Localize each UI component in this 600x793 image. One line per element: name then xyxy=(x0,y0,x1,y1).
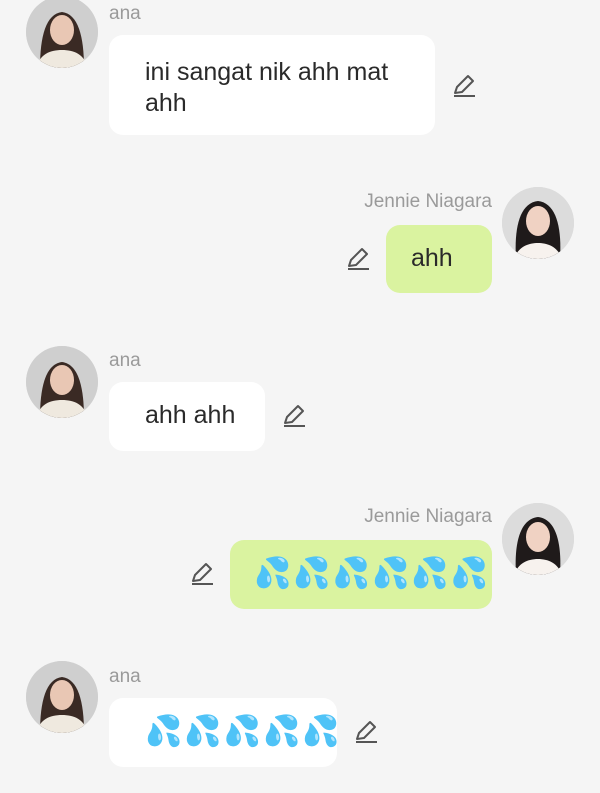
avatar[interactable] xyxy=(502,503,574,575)
sender-name: ana xyxy=(109,350,141,371)
message-bubble[interactable]: 💦💦💦💦💦 xyxy=(109,698,340,767)
message-incoming: ana ahh ahh xyxy=(0,342,600,457)
message-bubble[interactable]: ahh xyxy=(386,225,492,293)
message-emoji: 💦💦💦💦💦 xyxy=(145,715,342,748)
message-bubble[interactable]: ini sangat nik ahh mat ahh xyxy=(109,35,435,135)
pencil-edit-icon[interactable] xyxy=(352,718,380,746)
message-outgoing: Jennie Niagara 💦💦💦💦💦💦 xyxy=(0,500,600,615)
message-incoming: ana ini sangat nik ahh mat ahh xyxy=(0,0,600,140)
message-text: ahh ahh xyxy=(145,401,236,429)
sender-name: ana xyxy=(109,666,141,687)
pencil-edit-icon[interactable] xyxy=(344,245,372,273)
avatar[interactable] xyxy=(502,187,574,259)
message-text: ini sangat nik ahh mat ahh xyxy=(145,58,389,117)
sender-name: Jennie Niagara xyxy=(364,191,492,212)
message-bubble[interactable]: 💦💦💦💦💦💦 xyxy=(230,540,492,609)
avatar[interactable] xyxy=(26,661,98,733)
chat-thread: ana ini sangat nik ahh mat ahh Jennie Ni… xyxy=(0,0,600,793)
sender-name: ana xyxy=(109,3,141,24)
avatar[interactable] xyxy=(26,346,98,418)
pencil-edit-icon[interactable] xyxy=(450,72,478,100)
message-outgoing: Jennie Niagara ahh xyxy=(0,185,600,300)
sender-name: Jennie Niagara xyxy=(364,506,492,527)
message-text: ahh xyxy=(411,244,453,272)
message-bubble[interactable]: ahh ahh xyxy=(109,382,265,451)
message-incoming: ana 💦💦💦💦💦 xyxy=(0,658,600,773)
message-emoji: 💦💦💦💦💦💦 xyxy=(254,557,491,590)
pencil-edit-icon[interactable] xyxy=(188,560,216,588)
avatar[interactable] xyxy=(26,0,98,68)
pencil-edit-icon[interactable] xyxy=(280,402,308,430)
